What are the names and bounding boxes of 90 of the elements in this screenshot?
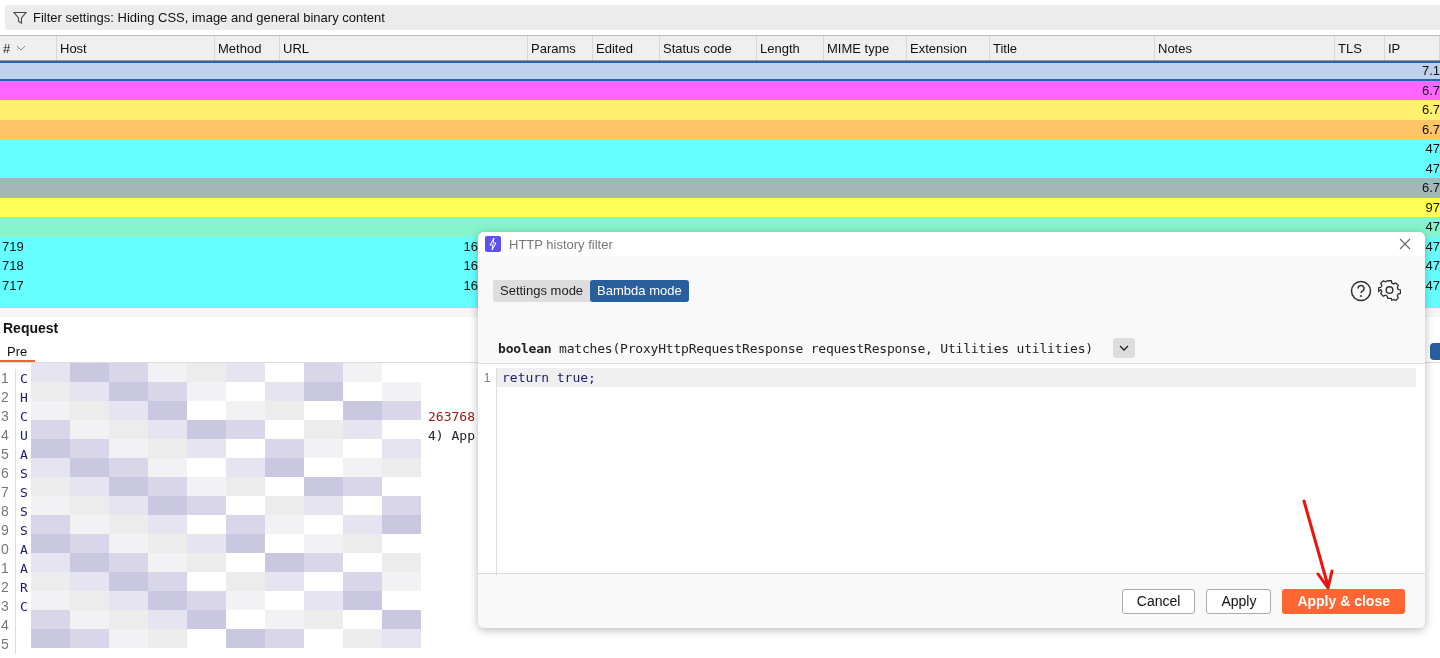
dialog-button[interactable]: Cancel [1121, 588, 1196, 614]
table-row[interactable]: 6.7 [0, 100, 1440, 120]
code-text: S [20, 504, 28, 519]
line-number: 5 [0, 635, 16, 654]
line-number: 4 [0, 426, 16, 445]
line-number: 9 [0, 521, 16, 540]
code-text: H [20, 390, 28, 405]
table-cell: 47 [1425, 219, 1440, 235]
help-icon[interactable] [1350, 279, 1372, 302]
line-number: 8 [0, 502, 16, 521]
filter-bar[interactable]: Filter settings: Hiding CSS, image and general binary content [5, 5, 1440, 30]
column-header[interactable]: Host [57, 36, 215, 60]
line-number: 2 [0, 578, 16, 597]
column-header[interactable]: Method [215, 36, 280, 60]
table-cell: 6.7 [1421, 82, 1440, 98]
line-number: 5 [0, 445, 16, 464]
column-header[interactable]: MIME type [824, 36, 907, 60]
table-cell: 718 [2, 258, 24, 274]
table-row[interactable]: 6.7 [0, 80, 1440, 100]
table-row[interactable]: 47 [0, 139, 1440, 159]
request-title: Request [2, 319, 60, 338]
column-header[interactable]: Title [990, 36, 1155, 60]
code-text: A [20, 561, 28, 576]
code-text: U [20, 428, 28, 443]
code-text: A [20, 542, 28, 557]
code-text: C [20, 371, 28, 386]
table-row[interactable]: 6.7 [0, 119, 1440, 139]
line-number: 4 [0, 616, 16, 635]
table-cell: 47 [1425, 277, 1440, 293]
table-cell: 97 [1425, 199, 1440, 215]
line-number: 1 [0, 559, 16, 578]
filter-settings-text: Filter settings: Hiding CSS, image and general binary content [33, 10, 385, 25]
code-text: return true; [497, 368, 1416, 387]
line-number: 7 [0, 483, 16, 502]
code-text: C [20, 409, 28, 424]
column-header[interactable]: Extension [907, 36, 990, 60]
table-cell: 47 [1425, 258, 1440, 274]
table-cell: 719 [2, 238, 24, 254]
code-text: 263768 [428, 409, 475, 424]
code-text: S [20, 466, 28, 481]
bolt-icon [485, 236, 501, 252]
close-icon[interactable] [1399, 238, 1411, 250]
table-cell: 7.1 [1421, 63, 1440, 79]
line-number: 6 [0, 464, 16, 483]
table-cell: 47 [1425, 238, 1440, 254]
table-cell: 16 [463, 238, 478, 254]
table-row[interactable]: 47 [0, 158, 1440, 178]
table-row[interactable]: 7.1 [0, 61, 1440, 81]
column-header[interactable]: Length [757, 36, 824, 60]
dialog-title: HTTP history filter [509, 236, 613, 252]
column-header[interactable]: Edited [593, 36, 660, 60]
column-header[interactable]: Status code [660, 36, 757, 60]
table-cell: 6.7 [1421, 121, 1440, 137]
code-editor[interactable]: 1 return true; [478, 364, 1425, 574]
column-header[interactable]: # [0, 36, 57, 60]
line-number: 1 [0, 369, 16, 388]
column-header[interactable]: Notes [1155, 36, 1335, 60]
column-header[interactable]: Params [528, 36, 593, 60]
chevron-down-icon [1118, 345, 1129, 351]
column-header[interactable]: IP [1385, 36, 1440, 60]
column-header[interactable]: TLS [1335, 36, 1385, 60]
table-row[interactable]: 6.7 [0, 178, 1440, 198]
filter-icon [13, 10, 27, 25]
table-cell: 16 [463, 277, 478, 293]
code-text: C [20, 599, 28, 614]
code-text: A [20, 447, 28, 462]
code-text: S [20, 485, 28, 500]
line-number: 3 [0, 597, 16, 616]
line-number: 0 [0, 540, 16, 559]
line-number: 2 [0, 388, 16, 407]
table-cell: 47 [1425, 160, 1440, 176]
code-text: R [20, 580, 28, 595]
table-cell: 6.7 [1421, 180, 1440, 196]
sort-icon [16, 45, 27, 51]
table-cell: 717 [2, 277, 24, 293]
code-text: 4) App [428, 428, 475, 443]
settings-icon[interactable] [1378, 279, 1401, 302]
table-cell: 6.7 [1421, 102, 1440, 118]
line-number: 3 [0, 407, 16, 426]
function-signature: boolean matches(ProxyHttpRequestResponse requestResponse, Utilities utilities) [498, 340, 1093, 356]
dialog-button[interactable]: Apply [1206, 588, 1272, 614]
code-text: S [20, 523, 28, 538]
table-cell: 16 [463, 258, 478, 274]
table-cell: 47 [1425, 141, 1440, 157]
line-number: 1 [478, 368, 497, 576]
table-row[interactable]: 97 [0, 197, 1440, 217]
mode-toggle-option[interactable]: Bambda mode [590, 279, 689, 302]
column-header[interactable]: URL [280, 36, 528, 60]
expand-button[interactable] [1112, 338, 1135, 358]
pretty-tab[interactable]: Pre [0, 344, 36, 362]
